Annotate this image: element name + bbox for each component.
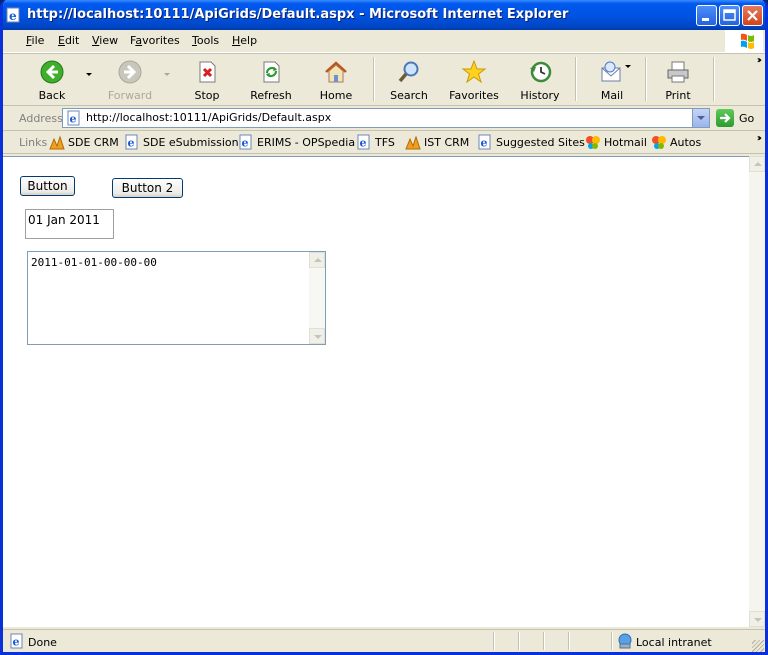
back-dropdown-icon[interactable] [86,73,92,76]
search-icon [398,61,419,83]
windows-logo [725,30,763,52]
history-icon [530,61,552,83]
crm-logo-icon [49,135,65,150]
window-title: http://localhost:10111/ApiGrids/Default.… [27,7,569,22]
menu-favorites[interactable]: Favorites [130,34,180,47]
history-button[interactable]: History [519,55,561,103]
textarea-value: 2011-01-01-00-00-00 [31,256,157,269]
menu-view[interactable]: View [92,34,118,47]
svg-text:e: e [242,137,249,150]
menu-edit[interactable]: Edit [58,34,79,47]
close-button[interactable] [742,5,763,26]
date-label: 01 Jan 2011 [25,209,114,239]
page-content: Button Button 2 01 Jan 2011 2011-01-01-0… [3,156,749,627]
back-button[interactable]: Back [31,55,73,103]
ie-page-icon: e [67,110,80,126]
scroll-up-icon[interactable] [749,156,765,172]
forward-button[interactable]: Forward [105,55,155,103]
refresh-icon [263,61,280,83]
favorites-button[interactable]: Favorites [449,55,499,103]
menu-help[interactable]: Help [232,34,257,47]
standard-toolbar: Back Forward Stop Refresh Home Search Fa… [3,53,765,106]
refresh-button[interactable]: Refresh [249,55,293,103]
windows-flag-icon [741,33,754,49]
favorites-star-icon [461,59,487,84]
status-separator [568,632,570,650]
button-2[interactable]: Button 2 [112,178,183,198]
go-arrow-icon [716,109,734,127]
msn-butterfly-icon [586,136,600,149]
address-bar: Address e http://localhost:10111/ApiGrid… [3,106,765,131]
local-intranet-icon [618,633,632,649]
forward-dropdown-icon[interactable] [164,73,170,76]
toolbar-separator [373,57,375,101]
msn-butterfly-icon [652,136,666,149]
scroll-down-icon[interactable] [309,328,325,344]
address-label: Address [19,112,63,125]
menu-tools[interactable]: Tools [192,34,219,47]
menu-bar: File Edit View Favorites Tools Help [3,30,765,53]
scroll-up-icon[interactable] [309,252,325,268]
svg-text:e: e [360,137,367,150]
svg-text:e: e [13,636,20,649]
links-bar: Links SDE CRM e SDE eSubmission e ERIMS … [3,131,765,154]
maximize-icon [723,9,736,21]
status-text: Done [28,636,57,649]
minimize-button[interactable] [696,5,717,26]
resize-grip[interactable] [752,640,764,652]
links-label: Links [19,136,48,149]
status-separator [611,632,613,650]
stop-button[interactable]: Stop [188,55,226,103]
ie-page-icon: e [239,134,252,150]
address-dropdown-icon[interactable] [692,109,709,127]
toolbar-separator [575,57,577,101]
toolbar-chevron-icon[interactable]: ›› [757,55,763,66]
close-icon [747,10,758,21]
home-button[interactable]: Home [317,55,355,103]
address-input[interactable]: e http://localhost:10111/ApiGrids/Defaul… [62,108,710,128]
browser-window: e http://localhost:10111/ApiGrids/Defaul… [0,0,768,655]
toolbar-separator [645,57,647,101]
mail-icon [601,61,621,82]
toolbar-separator [713,57,715,101]
crm-logo-icon [405,135,421,150]
ie-page-icon: e [478,134,491,150]
address-url: http://localhost:10111/ApiGrids/Default.… [86,111,332,124]
textarea-scrollbar[interactable] [309,252,325,344]
svg-text:e: e [481,137,488,150]
links-chevron-icon[interactable]: ›› [757,133,763,144]
mail-button[interactable]: Mail [593,55,631,103]
go-button[interactable]: Go [714,108,764,128]
title-bar[interactable]: e http://localhost:10111/ApiGrids/Defaul… [3,0,765,30]
button-1[interactable]: Button [20,176,75,196]
ie-page-icon: e [10,633,23,649]
status-separator [493,632,495,650]
status-separator [543,632,545,650]
minimize-icon [702,18,709,21]
home-icon [325,61,347,83]
menu-file[interactable]: File [26,34,44,47]
forward-arrow-icon [118,60,142,84]
status-bar: e Done Local intranet [3,629,765,652]
mail-dropdown-icon[interactable] [625,65,631,68]
svg-text:e: e [70,113,77,126]
datetime-textarea[interactable]: 2011-01-01-00-00-00 [27,251,326,345]
ie-page-icon: e [125,134,138,150]
stop-icon [199,61,216,83]
svg-text:e: e [128,137,135,150]
printer-icon [667,61,689,83]
print-button[interactable]: Print [659,55,697,103]
status-separator [518,632,520,650]
page-scrollbar[interactable] [749,156,765,627]
security-zone-text: Local intranet [636,636,712,649]
scroll-down-icon[interactable] [749,611,765,627]
ie-page-icon: e [6,7,20,23]
svg-text:e: e [9,9,17,23]
maximize-button[interactable] [719,5,740,26]
ie-page-icon: e [357,134,370,150]
search-button[interactable]: Search [389,55,429,103]
back-arrow-icon [40,60,64,84]
